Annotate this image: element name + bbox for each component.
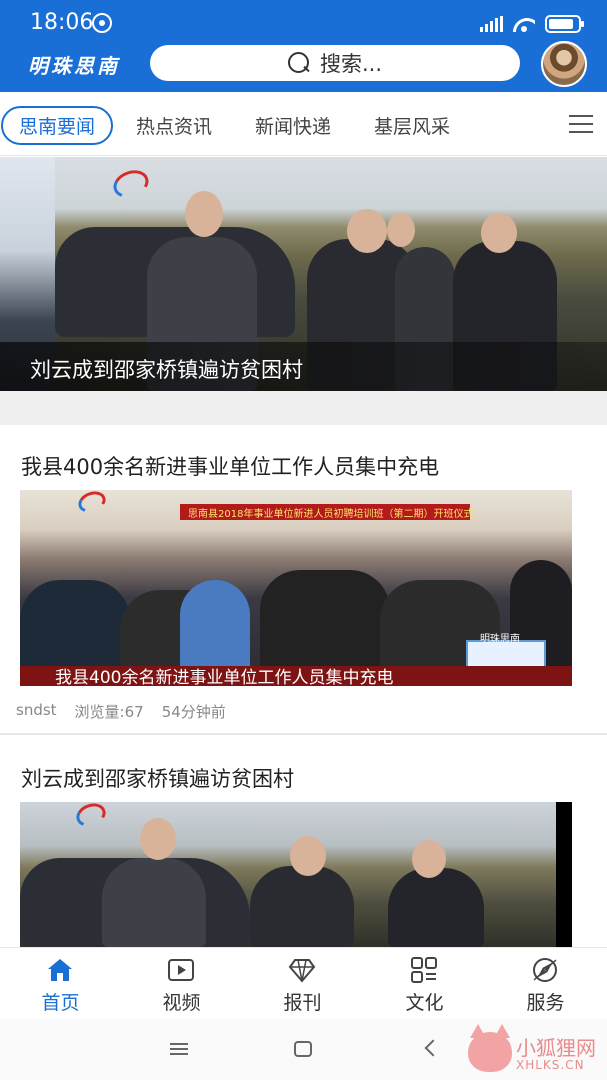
banner-person-head (481, 213, 517, 253)
hotspot-icon (92, 13, 112, 33)
bottom-nav: 首页 视频 报刊 文化 服务 (0, 947, 607, 1019)
article-author: sndst (16, 701, 57, 719)
tab-hot-news[interactable]: 热点资讯 (136, 112, 212, 139)
nav-label: 视频 (162, 992, 201, 1014)
nav-home[interactable]: 首页 (0, 948, 121, 1020)
article-title[interactable]: 刘云成到邵家桥镇遍访贫困村 (21, 763, 294, 793)
banner-caption: 刘云成到邵家桥镇遍访贫困村 (30, 358, 303, 382)
video-icon (168, 959, 194, 981)
home-icon (48, 959, 72, 981)
thumb-person (250, 866, 354, 947)
tab-news-express[interactable]: 新闻快递 (255, 112, 331, 139)
watermark: 小狐狸网 XHLKS.CN (468, 1024, 604, 1076)
avatar[interactable] (541, 41, 587, 87)
audience-figure (260, 570, 390, 670)
thumb-person-head (290, 836, 326, 876)
article-meta: sndst 浏览量:67 54分钟前 (16, 701, 226, 722)
grid-icon (411, 957, 437, 983)
station-logo-icon (73, 802, 109, 831)
station-logo-icon (109, 165, 153, 203)
audience-figure (20, 580, 130, 670)
article-time: 54分钟前 (161, 703, 226, 721)
search-placeholder: 搜索... (319, 52, 383, 76)
nav-newspaper[interactable]: 报刊 (242, 948, 363, 1020)
divider (0, 733, 607, 735)
section-gap (0, 391, 607, 425)
battery-icon (545, 15, 584, 33)
nav-label: 文化 (405, 992, 444, 1014)
nav-label: 首页 (41, 992, 80, 1014)
tab-sinan-news[interactable]: 思南要闻 (1, 106, 114, 145)
tab-grassroots[interactable]: 基层风采 (374, 112, 450, 139)
thumb-caption: 我县400余名新进事业单位工作人员集中充电 (55, 668, 394, 686)
wifi-icon (513, 16, 535, 32)
app-header: 18:06 明珠思南 搜索... (0, 0, 607, 92)
article-thumbnail[interactable] (20, 802, 572, 947)
nav-service[interactable]: 服务 (485, 948, 606, 1020)
nav-video[interactable]: 视频 (121, 948, 242, 1020)
station-logo-icon (75, 490, 109, 517)
banner-person-head (185, 191, 223, 237)
article-thumbnail[interactable]: 思南县2018年事业单位新进人员初聘培训班（第二期）开班仪式 明珠思南 我县40… (20, 490, 572, 686)
diamond-icon (288, 959, 316, 983)
meeting-banner-text: 思南县2018年事业单位新进人员初聘培训班（第二期）开班仪式 (188, 509, 474, 520)
audience-figure (180, 580, 250, 670)
compass-icon (533, 958, 557, 982)
thumb-person (102, 858, 206, 947)
status-time: 18:06 (30, 10, 94, 35)
thumb-person-head (412, 840, 446, 878)
system-home-icon[interactable] (294, 1041, 312, 1057)
menu-icon[interactable] (569, 115, 593, 133)
watermark-domain: XHLKS.CN (516, 1058, 585, 1072)
thumb-person-head (140, 818, 176, 860)
banner-person-head (387, 213, 415, 247)
fox-logo-icon (468, 1024, 512, 1072)
banner-carousel[interactable]: 刘云成到邵家桥镇遍访贫困村 (0, 157, 607, 391)
article-views: 浏览量:67 (74, 703, 144, 721)
watermark-name: 小狐狸网 (516, 1036, 596, 1060)
article-title[interactable]: 我县400余名新进事业单位工作人员集中充电 (21, 451, 439, 481)
search-bar[interactable]: 搜索... (150, 45, 520, 81)
system-menu-icon[interactable] (170, 1043, 188, 1055)
banner-person-head (347, 209, 387, 253)
status-icons (480, 14, 584, 34)
nav-culture[interactable]: 文化 (364, 948, 485, 1020)
signal-icon (480, 16, 503, 32)
thumb-logo-text: 明珠思南 (480, 634, 520, 645)
thumb-edge (556, 802, 572, 947)
nav-label: 服务 (526, 992, 565, 1014)
nav-label: 报刊 (283, 992, 322, 1014)
category-tabs: 思南要闻 热点资讯 新闻快递 基层风采 (0, 92, 607, 156)
search-icon (287, 52, 310, 74)
status-bar: 18:06 (0, 0, 607, 44)
app-logo: 明珠思南 (28, 54, 120, 78)
thumb-person (388, 868, 484, 947)
